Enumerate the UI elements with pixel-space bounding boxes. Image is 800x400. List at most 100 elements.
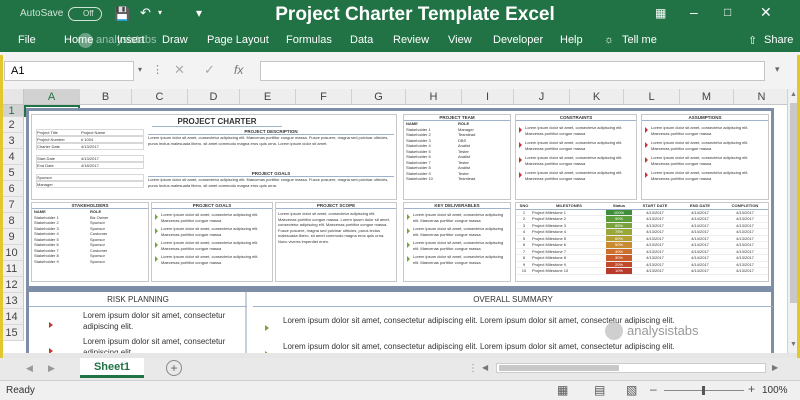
milestones-table: 1 Project Milestone 1 100% 4/13/2017 4/14/20…: [516, 209, 768, 275]
column-header-k[interactable]: K: [570, 89, 624, 105]
prev-sheet-icon[interactable]: ◀: [26, 363, 33, 374]
add-sheet-icon[interactable]: +: [166, 360, 182, 376]
bullet-icon: [645, 127, 648, 133]
row-header-4[interactable]: 4: [0, 149, 24, 165]
risk-panel: RISK PLANNING Lorem ipsum dolor sit amet…: [29, 292, 247, 353]
zoom-slider[interactable]: [664, 386, 744, 395]
risk-title: RISK PLANNING: [29, 295, 247, 307]
tab-splitter-icon[interactable]: ⋮: [468, 363, 478, 374]
confirm-entry-icon[interactable]: ✓: [204, 62, 215, 78]
tab-developer[interactable]: Developer: [493, 34, 543, 46]
table-cell: 4/14/2017: [691, 229, 709, 234]
insert-function-icon[interactable]: fx: [234, 63, 243, 77]
share-button[interactable]: Share: [764, 34, 793, 46]
page-break-view-icon[interactable]: ▧: [626, 383, 637, 397]
undo-dropdown-icon[interactable]: ▾: [158, 8, 162, 17]
normal-view-icon[interactable]: ▦: [557, 383, 568, 397]
worksheet-grid[interactable]: ABCDEFGHIJKLMN 1 2 3 4 5 6 7 8 9 10 11 12 13 14 15 PRO…: [0, 89, 787, 353]
watermark-logo-icon: [605, 322, 623, 340]
column-header-b[interactable]: B: [80, 89, 132, 105]
row-header-5[interactable]: 5: [0, 165, 24, 181]
tab-data[interactable]: Data: [350, 34, 373, 46]
row-header-6[interactable]: 6: [0, 181, 24, 197]
column-header-c[interactable]: C: [132, 89, 188, 105]
tab-page-layout[interactable]: Page Layout: [207, 34, 269, 46]
column-header-f[interactable]: F: [296, 89, 352, 105]
list-item: Lorem ipsum dolor sit amet, consectetur …: [404, 212, 510, 223]
next-sheet-icon[interactable]: ▶: [48, 363, 55, 374]
risk-item-1: Lorem ipsum dolor sit amet, consectetur …: [83, 311, 226, 331]
name-box[interactable]: A1: [4, 61, 134, 81]
cancel-entry-icon[interactable]: ✕: [174, 62, 185, 78]
charter-field-value: 4/13/2017: [81, 156, 99, 161]
charter-field-key: Project Number: [37, 137, 65, 142]
minimize-icon[interactable]: –: [690, 4, 698, 20]
horizontal-scroll-thumb[interactable]: [499, 365, 619, 371]
row-header-7[interactable]: 7: [0, 197, 24, 213]
row-header-10[interactable]: 10: [0, 245, 24, 261]
zoom-slider-handle[interactable]: [702, 386, 705, 395]
scroll-left-icon[interactable]: ◀: [482, 363, 488, 372]
close-icon[interactable]: ✕: [760, 4, 772, 21]
bullet-icon: [155, 214, 158, 220]
list-item-text: Lorem ipsum dolor sit amet, consectetur …: [525, 170, 623, 181]
save-icon[interactable]: 💾: [114, 6, 130, 22]
undo-icon[interactable]: ↶: [140, 5, 151, 21]
table-cell: Stakeholder 10: [406, 176, 433, 181]
column-header-h[interactable]: H: [406, 89, 462, 105]
row-header-9[interactable]: 9: [0, 229, 24, 245]
column-header-m[interactable]: M: [680, 89, 734, 105]
tab-view[interactable]: View: [448, 34, 472, 46]
column-header-g[interactable]: G: [352, 89, 406, 105]
ribbon-display-icon[interactable]: ▦: [655, 6, 666, 20]
tab-formulas[interactable]: Formulas: [286, 34, 332, 46]
column-header-e[interactable]: E: [240, 89, 296, 105]
row-header-14[interactable]: 14: [0, 309, 24, 325]
name-box-dropdown-icon[interactable]: ▾: [138, 65, 142, 74]
scroll-down-icon[interactable]: ▼: [790, 341, 797, 348]
row-header-3[interactable]: 3: [0, 133, 24, 149]
formula-input[interactable]: [260, 61, 765, 81]
team-panel: PROJECT TEAM NAME ROLE Stakeholder 1 Manage…: [403, 114, 511, 200]
row-header-8[interactable]: 8: [0, 213, 24, 229]
column-header-i[interactable]: I: [462, 89, 514, 105]
row-header-11[interactable]: 11: [0, 261, 24, 277]
row-header-15[interactable]: 15: [0, 325, 24, 341]
table-cell: 2: [522, 216, 526, 221]
zoom-in-icon[interactable]: +: [748, 382, 755, 396]
horizontal-scrollbar[interactable]: [496, 363, 766, 373]
select-all-corner[interactable]: [0, 89, 24, 105]
row-header-13[interactable]: 13: [0, 293, 24, 309]
tab-review[interactable]: Review: [393, 34, 429, 46]
column-header-j[interactable]: J: [514, 89, 570, 105]
customize-toolbar-icon[interactable]: ▾: [196, 6, 202, 20]
column-header-a[interactable]: A: [24, 89, 80, 105]
zoom-out-icon[interactable]: –: [650, 382, 657, 396]
sheet-tab-label: Sheet1: [93, 361, 131, 373]
zoom-level[interactable]: 100%: [762, 385, 788, 396]
page-layout-view-icon[interactable]: ▤: [594, 383, 605, 397]
frame-border-left: [0, 55, 3, 380]
table-cell: 1: [522, 209, 526, 215]
tab-file[interactable]: File: [18, 34, 36, 46]
autosave-toggle[interactable]: Off: [68, 7, 102, 21]
column-header-l[interactable]: L: [624, 89, 680, 105]
expand-formula-icon[interactable]: ▾: [775, 64, 780, 75]
tab-draw[interactable]: Draw: [162, 34, 188, 46]
row-header-1[interactable]: 1: [0, 105, 24, 117]
table-cell: Teamlead: [458, 176, 476, 181]
table-cell: 4/13/2017: [736, 268, 754, 273]
bullet-icon: [645, 142, 648, 148]
charter-frame: PROJECT CHARTER Project Title Project Nam…: [26, 108, 774, 289]
tab-help[interactable]: Help: [560, 34, 583, 46]
maximize-icon[interactable]: □: [724, 5, 731, 19]
scroll-right-icon[interactable]: ▶: [772, 363, 778, 372]
sheet-tab-sheet1[interactable]: Sheet1: [80, 358, 144, 378]
summary-panel: OVERALL SUMMARY Lorem ipsum dolor sit am…: [253, 292, 773, 353]
row-header-12[interactable]: 12: [0, 277, 24, 293]
column-header-d[interactable]: D: [188, 89, 240, 105]
tell-me-search[interactable]: Tell me: [622, 34, 657, 46]
column-header-n[interactable]: N: [734, 89, 787, 105]
row-header-2[interactable]: 2: [0, 117, 24, 133]
scroll-up-icon[interactable]: ▲: [790, 91, 797, 98]
